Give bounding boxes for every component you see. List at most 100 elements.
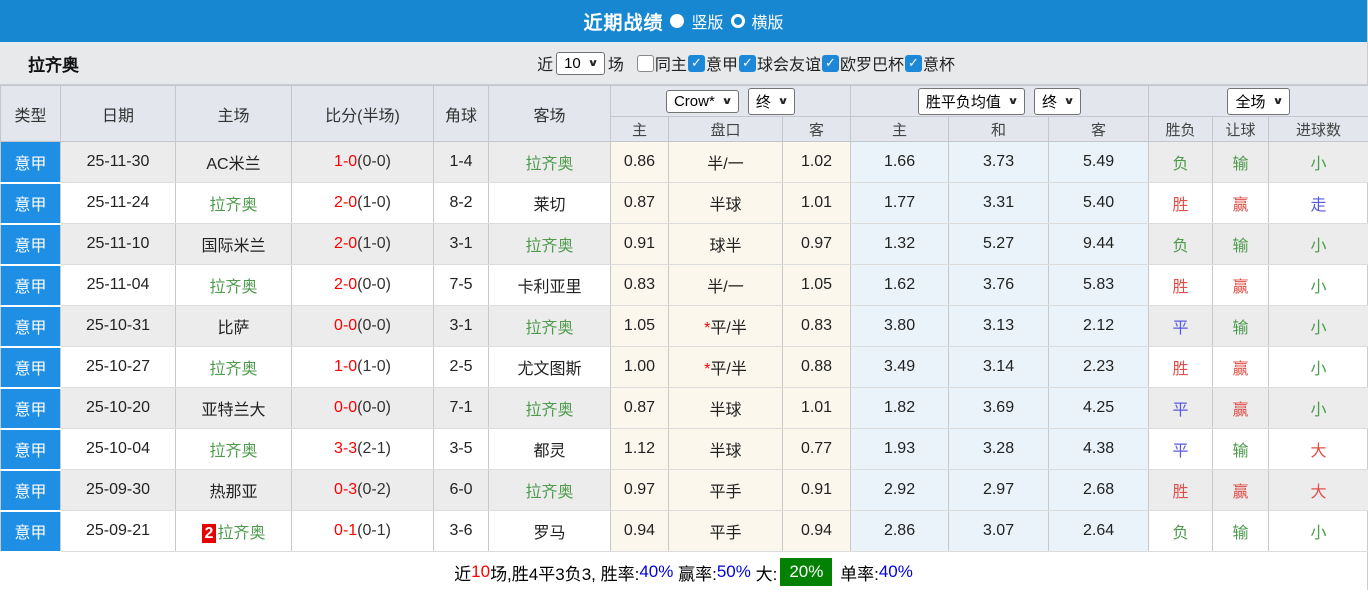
filter-checkbox-label[interactable]: 欧罗巴杯 bbox=[840, 51, 904, 75]
league-cell: 意甲 bbox=[1, 511, 61, 552]
home-team-name[interactable]: 热那亚 bbox=[209, 484, 257, 501]
odds-home-cell: 0.97 bbox=[611, 470, 669, 511]
home-team-cell: 拉齐奥 bbox=[176, 429, 292, 470]
col-header-type: 类型 bbox=[1, 86, 61, 142]
summary-segment: 10 bbox=[471, 562, 490, 582]
filter-checkbox[interactable] bbox=[822, 55, 839, 72]
match-count-select[interactable]: 10 ∨ bbox=[556, 52, 605, 75]
handicap-cell: 半球 bbox=[669, 429, 783, 470]
away-team-name[interactable]: 拉齐奥 bbox=[525, 484, 573, 501]
league-cell: 意甲 bbox=[1, 388, 61, 429]
table-row: 意甲 25-09-30 热那亚 0-3(0-2) 6-0 拉齐奥 0.97 平手… bbox=[1, 470, 1368, 511]
result-group-header: 全场 ∨ bbox=[1149, 86, 1368, 117]
avg-draw-cell: 3.28 bbox=[949, 429, 1049, 470]
home-team-cell: 拉齐奥 bbox=[176, 183, 292, 224]
away-team-name[interactable]: 卡利亚里 bbox=[517, 279, 581, 296]
col-header-odds-handicap: 盘口 bbox=[669, 117, 783, 142]
odds-home-cell: 1.00 bbox=[611, 347, 669, 388]
away-team-cell: 尤文图斯 bbox=[489, 347, 611, 388]
corner-cell: 3-1 bbox=[434, 306, 489, 347]
filter-checkbox-label[interactable]: 同主 bbox=[655, 51, 687, 75]
vertical-layout-label[interactable]: 竖版 bbox=[691, 9, 723, 33]
away-team-name[interactable]: 尤文图斯 bbox=[517, 361, 581, 378]
col-header-result-goals: 进球数 bbox=[1269, 117, 1368, 142]
filter-bar: 拉齐奥 近 10 ∨ 场 同主 意甲 球会友谊 bbox=[0, 42, 1367, 85]
odds-home-cell: 0.87 bbox=[611, 183, 669, 224]
avg-home-cell: 1.32 bbox=[851, 224, 949, 265]
summary-segment: 40% bbox=[879, 562, 913, 582]
home-team-name[interactable]: 拉齐奥 bbox=[209, 361, 257, 378]
home-team-name[interactable]: 拉齐奥 bbox=[209, 443, 257, 460]
result-handicap-cell: 赢 bbox=[1213, 388, 1269, 429]
col-header-odds-home: 主 bbox=[611, 117, 669, 142]
handicap-cell: 半/一 bbox=[669, 142, 783, 183]
filter-item: 意甲 bbox=[687, 51, 738, 75]
odds-home-cell: 0.86 bbox=[611, 142, 669, 183]
avg-home-cell: 3.80 bbox=[851, 306, 949, 347]
filter-controls: 近 10 ∨ 场 同主 意甲 球会友谊 bbox=[537, 51, 955, 75]
away-team-name[interactable]: 拉齐奥 bbox=[525, 320, 573, 337]
home-team-name[interactable]: 比萨 bbox=[217, 320, 249, 337]
avg-type-select[interactable]: 胜平负均值 ∨ bbox=[918, 88, 1025, 115]
date-cell: 25-09-30 bbox=[61, 470, 176, 511]
odds-away-cell: 1.01 bbox=[783, 388, 851, 429]
filter-checkbox[interactable] bbox=[905, 55, 922, 72]
horizontal-layout-radio[interactable] bbox=[731, 14, 745, 28]
col-header-avg-home: 主 bbox=[851, 117, 949, 142]
home-team-name[interactable]: 拉齐奥 bbox=[209, 279, 257, 296]
odds-home-cell: 0.87 bbox=[611, 388, 669, 429]
filter-checkbox-label[interactable]: 意杯 bbox=[923, 51, 955, 75]
league-cell: 意甲 bbox=[1, 347, 61, 388]
filter-checkbox[interactable] bbox=[739, 55, 756, 72]
horizontal-layout-label[interactable]: 横版 bbox=[752, 9, 784, 33]
corner-cell: 8-2 bbox=[434, 183, 489, 224]
odds-source-select[interactable]: Crow* ∨ bbox=[666, 90, 739, 113]
scope-select[interactable]: 全场 ∨ bbox=[1227, 88, 1289, 115]
home-team-name[interactable]: 拉齐奥 bbox=[217, 525, 265, 542]
away-team-cell: 拉齐奥 bbox=[489, 306, 611, 347]
col-header-avg-away: 客 bbox=[1049, 117, 1149, 142]
vertical-layout-radio[interactable] bbox=[670, 14, 684, 28]
avg-away-cell: 2.23 bbox=[1049, 347, 1149, 388]
away-team-name[interactable]: 莱切 bbox=[533, 197, 565, 214]
score-cell: 1-0(1-0) bbox=[292, 347, 434, 388]
result-handicap-cell: 赢 bbox=[1213, 470, 1269, 511]
result-goals-cell: 小 bbox=[1269, 306, 1368, 347]
home-team-name[interactable]: AC米兰 bbox=[206, 156, 260, 173]
odds-away-cell: 1.01 bbox=[783, 183, 851, 224]
away-team-name[interactable]: 罗马 bbox=[533, 525, 565, 542]
table-row: 意甲 25-10-04 拉齐奥 3-3(2-1) 3-5 都灵 1.12 半球 … bbox=[1, 429, 1368, 470]
home-team-name[interactable]: 国际米兰 bbox=[201, 238, 265, 255]
odds-state-select[interactable]: 终 ∨ bbox=[748, 88, 795, 115]
home-team-cell: 国际米兰 bbox=[176, 224, 292, 265]
col-header-home: 主场 bbox=[176, 86, 292, 142]
corner-cell: 2-5 bbox=[434, 347, 489, 388]
date-cell: 25-11-24 bbox=[61, 183, 176, 224]
filter-checkbox-label[interactable]: 球会友谊 bbox=[757, 51, 821, 75]
score-cell: 0-0(0-0) bbox=[292, 388, 434, 429]
away-team-cell: 罗马 bbox=[489, 511, 611, 552]
filter-checkbox[interactable] bbox=[688, 55, 705, 72]
matches-label: 场 bbox=[608, 51, 624, 75]
away-team-name[interactable]: 拉齐奥 bbox=[525, 238, 573, 255]
filter-checkbox[interactable] bbox=[637, 55, 654, 72]
avg-away-cell: 9.44 bbox=[1049, 224, 1149, 265]
league-cell: 意甲 bbox=[1, 306, 61, 347]
away-team-name[interactable]: 拉齐奥 bbox=[525, 402, 573, 419]
handicap-cell: 半球 bbox=[669, 388, 783, 429]
home-team-name[interactable]: 亚特兰大 bbox=[201, 402, 265, 419]
summary-segment: 近 bbox=[454, 560, 471, 585]
away-team-name[interactable]: 都灵 bbox=[533, 443, 565, 460]
score-cell: 2-0(1-0) bbox=[292, 183, 434, 224]
home-team-name[interactable]: 拉齐奥 bbox=[209, 197, 257, 214]
avg-draw-cell: 2.97 bbox=[949, 470, 1049, 511]
result-spf-cell: 胜 bbox=[1149, 265, 1213, 306]
avg-away-cell: 5.83 bbox=[1049, 265, 1149, 306]
result-spf-cell: 平 bbox=[1149, 306, 1213, 347]
avg-state-select[interactable]: 终 ∨ bbox=[1034, 88, 1081, 115]
col-header-avg-draw: 和 bbox=[949, 117, 1049, 142]
halftime-score: (2-1) bbox=[357, 440, 391, 457]
filter-checkbox-label[interactable]: 意甲 bbox=[706, 51, 738, 75]
away-team-name[interactable]: 拉齐奥 bbox=[525, 156, 573, 173]
halftime-score: (0-0) bbox=[357, 317, 391, 334]
